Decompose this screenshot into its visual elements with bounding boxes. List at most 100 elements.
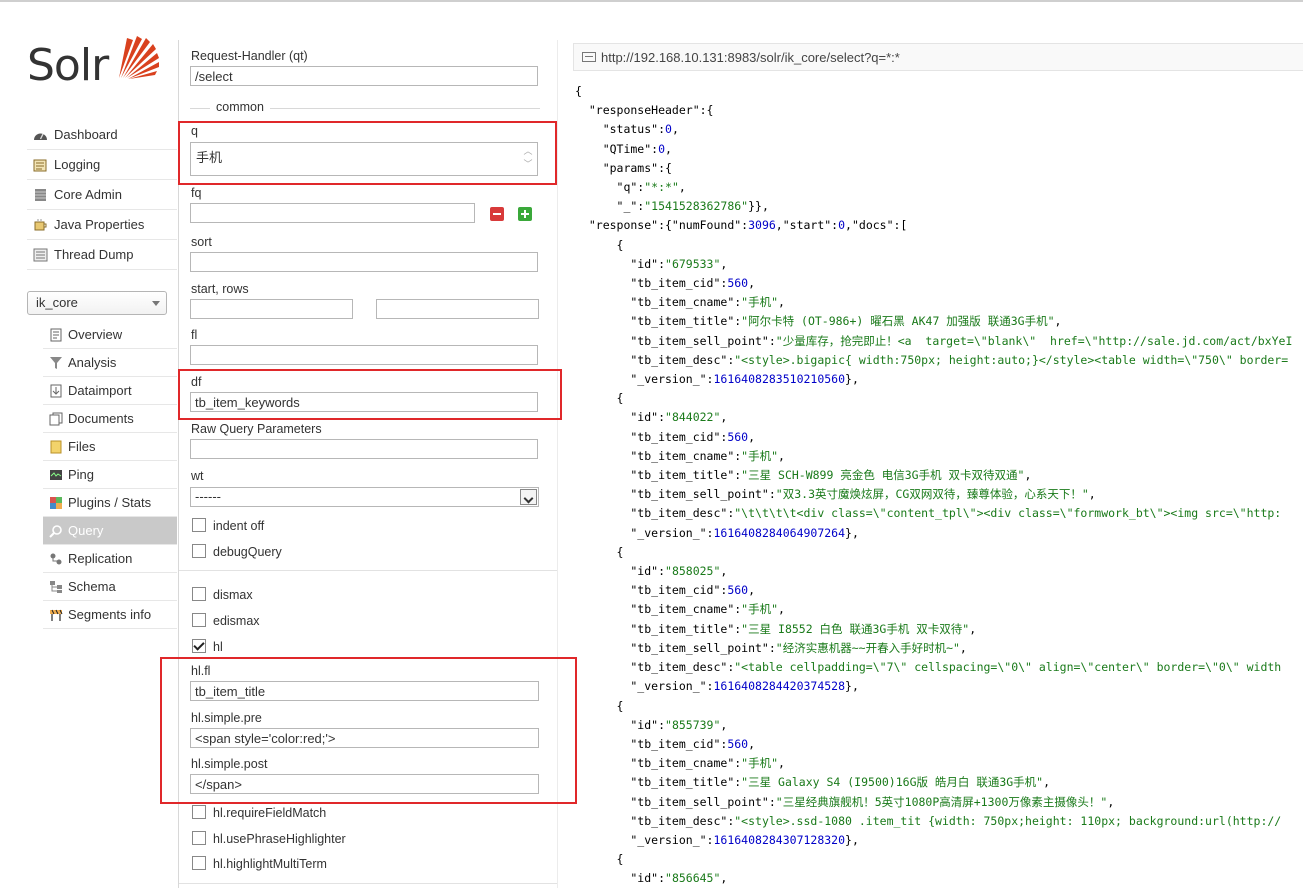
overview-icon — [50, 328, 62, 341]
request-url-bar: http://192.168.10.131:8983/solr/ik_core/… — [573, 43, 1303, 71]
core-nav-item-replication[interactable]: Replication — [43, 545, 177, 573]
debugquery-checkbox[interactable] — [192, 544, 206, 558]
nav-item-label: Thread Dump — [54, 247, 134, 262]
doc-desc: "\t\t\t\t<div class=\"content_tpl\"><div… — [734, 506, 1282, 521]
doc-sell-point: "少量库存，抢完即止！<a target=\"blank\" href=\"ht… — [775, 333, 1293, 348]
core-nav-item-dataimport[interactable]: Dataimport — [43, 377, 177, 405]
logo-text: Solr — [27, 40, 109, 91]
doc-cid: 560 — [727, 583, 749, 598]
core-nav-label: Ping — [68, 467, 95, 482]
qtime-value: 0 — [658, 141, 666, 156]
request-url-link[interactable]: http://192.168.10.131:8983/solr/ik_core/… — [601, 50, 900, 65]
nav-item-java-properties[interactable]: Java Properties — [27, 210, 177, 240]
core-nav-label: Replication — [68, 551, 133, 566]
link-icon — [582, 52, 596, 62]
fl-input[interactable] — [190, 345, 538, 365]
core-nav-label: Analysis — [68, 355, 117, 370]
nav-item-label: Logging — [54, 157, 101, 172]
doc-title: "三星 SCH-W899 亮金色 电信3G手机 双卡双待双通" — [741, 468, 1025, 483]
doc-title: "阿尔卡特 (OT-986+) 曜石黑 AK47 加强版 联通3G手机" — [741, 314, 1055, 329]
doc-cname: "手机" — [741, 602, 779, 617]
rows-input[interactable] — [376, 299, 539, 319]
core-nav-label: Schema — [68, 579, 116, 594]
java-properties-icon — [34, 218, 47, 230]
require-field-match-label: hl.requireFieldMatch — [213, 806, 327, 820]
core-nav-item-overview[interactable]: Overview — [43, 321, 177, 349]
nav-item-thread-dump[interactable]: Thread Dump — [27, 240, 177, 270]
core-nav-item-analysis[interactable]: Analysis — [43, 349, 177, 377]
doc-id: "858025" — [665, 564, 721, 579]
main-nav: Dashboard Logging Core Admin Java Proper… — [27, 120, 177, 270]
hl-fl-input[interactable] — [190, 681, 539, 701]
wt-value: ------ — [195, 489, 221, 504]
core-nav-label: Files — [68, 439, 96, 454]
core-selector[interactable]: ik_core — [27, 291, 167, 315]
doc-cid: 560 — [727, 736, 749, 751]
core-nav-item-segments[interactable]: Segments info — [43, 601, 177, 629]
doc-id: "679533" — [665, 256, 721, 271]
analysis-icon — [50, 356, 62, 369]
hl-label: hl — [213, 640, 223, 654]
highlight-multi-term-checkbox[interactable] — [192, 856, 206, 870]
start-value: 0 — [838, 218, 846, 233]
nav-item-dashboard[interactable]: Dashboard — [27, 120, 177, 150]
section-divider — [179, 883, 557, 884]
doc-desc: "<style>.bigapic{ width:750px; height:au… — [734, 352, 1289, 367]
core-nav-item-documents[interactable]: Documents — [43, 405, 177, 433]
param-underscore-value: "1541528362786" — [644, 199, 749, 214]
core-nav-item-plugins[interactable]: Plugins / Stats — [43, 489, 177, 517]
qt-input[interactable] — [190, 66, 538, 86]
df-input[interactable] — [190, 392, 538, 412]
segments-icon — [50, 609, 63, 621]
response-json: { "responseHeader":{ "status":0, "QTime"… — [575, 84, 1293, 886]
hl-simple-pre-label: hl.simple.pre — [191, 711, 262, 725]
textarea-scrollbar[interactable]: ︿ ﹀ — [521, 145, 535, 173]
ping-icon — [50, 469, 62, 480]
doc-desc: "<style>.ssd-1080 .item_tit {width: 750p… — [734, 813, 1282, 828]
edismax-checkbox[interactable] — [192, 613, 206, 627]
highlight-multi-term-label: hl.highlightMultiTerm — [213, 857, 327, 871]
numfound-value: 3096 — [748, 218, 776, 233]
chevron-down-icon — [520, 489, 537, 505]
hl-simple-pre-input[interactable] — [190, 728, 539, 748]
logging-icon — [33, 159, 47, 171]
search-icon — [49, 524, 62, 538]
start-rows-label: start, rows — [191, 282, 249, 296]
doc-cid: 560 — [727, 429, 749, 444]
nav-item-label: Dashboard — [54, 127, 118, 142]
core-nav-label: Plugins / Stats — [68, 495, 152, 510]
core-nav-label: Documents — [68, 411, 134, 426]
core-nav: Overview Analysis Dataimport Documents F… — [43, 321, 177, 629]
hl-simple-post-input[interactable] — [190, 774, 539, 794]
doc-sell-point: "三星经典旗舰机！5英寸1080P高清屏+1300万像素主摄像头！" — [775, 794, 1108, 809]
dismax-checkbox[interactable] — [192, 587, 206, 601]
chevron-down-icon — [152, 301, 160, 306]
indent-checkbox[interactable] — [192, 518, 206, 532]
doc-cname: "手机" — [741, 448, 779, 463]
raw-params-input[interactable] — [190, 439, 538, 459]
doc-cid: 560 — [727, 276, 749, 291]
solr-logo[interactable]: Solr — [27, 30, 162, 100]
core-nav-label: Dataimport — [68, 383, 132, 398]
core-nav-item-ping[interactable]: Ping — [43, 461, 177, 489]
add-fq-button[interactable] — [518, 207, 532, 221]
core-nav-item-schema[interactable]: Schema — [43, 573, 177, 601]
core-nav-item-files[interactable]: Files — [43, 433, 177, 461]
query-form: Request-Handler (qt) common q 手机 ︿﹀ fq s… — [178, 40, 558, 888]
hl-checkbox[interactable] — [192, 639, 206, 653]
plugins-icon — [50, 496, 62, 509]
nav-item-logging[interactable]: Logging — [27, 150, 177, 180]
hl-simple-post-label: hl.simple.post — [191, 757, 268, 771]
nav-item-core-admin[interactable]: Core Admin — [27, 180, 177, 210]
wt-select[interactable]: ------ — [190, 487, 539, 507]
core-nav-item-query[interactable]: Query — [43, 517, 177, 545]
sort-input[interactable] — [190, 252, 538, 272]
use-phrase-highlighter-checkbox[interactable] — [192, 831, 206, 845]
q-textarea[interactable]: 手机 ︿ ﹀ — [190, 142, 538, 176]
remove-fq-button[interactable] — [490, 207, 504, 221]
doc-sell-point: "双3.3英寸魔焕炫屏，CG双网双待，臻尊体验，心系天下！" — [775, 487, 1089, 502]
df-label: df — [191, 375, 202, 389]
require-field-match-checkbox[interactable] — [192, 805, 206, 819]
start-input[interactable] — [190, 299, 353, 319]
fq-input[interactable] — [190, 203, 475, 223]
